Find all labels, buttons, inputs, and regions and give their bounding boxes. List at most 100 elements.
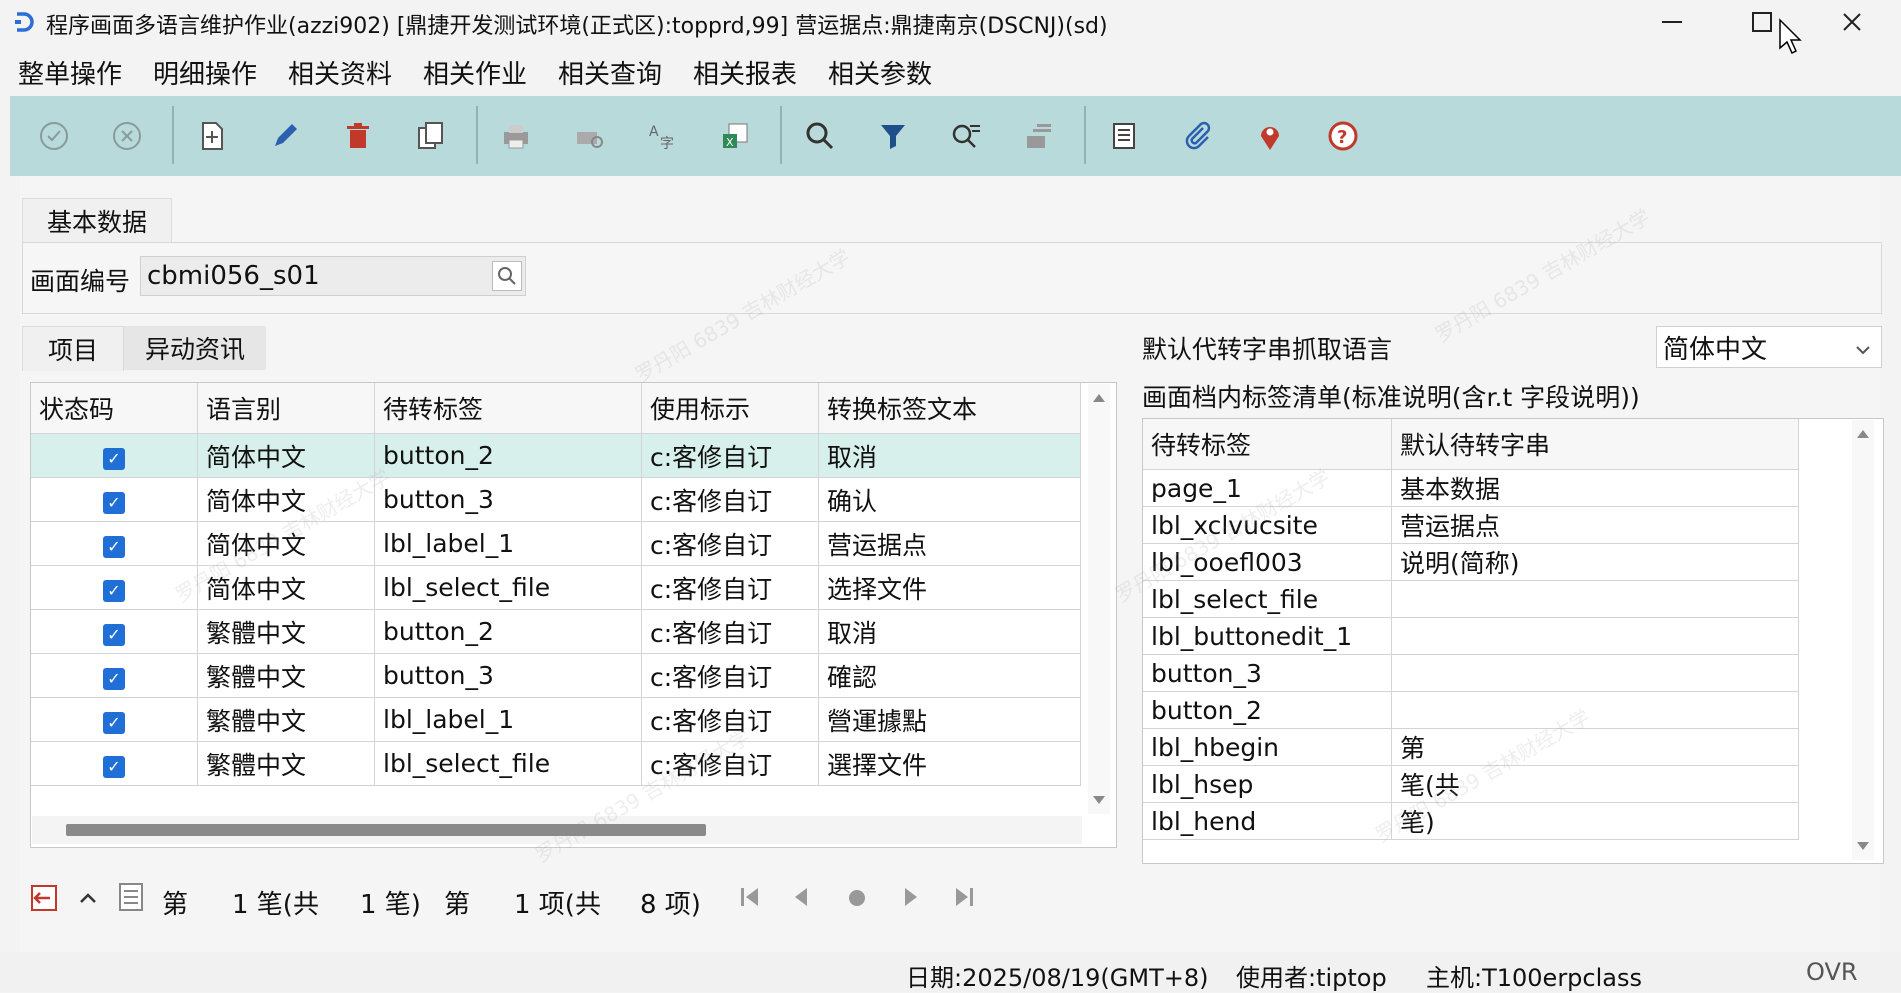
tab-change-info[interactable]: 异动资讯: [124, 326, 266, 370]
list-item[interactable]: lbl_xclvucsite 营运据点: [1143, 506, 1799, 544]
cell-text[interactable]: 確認: [818, 653, 1081, 698]
table-row[interactable]: ✓ 繁體中文 lbl_select_file c:客修自订 選擇文件: [31, 741, 1081, 786]
list-item[interactable]: lbl_hbegin 第: [1143, 728, 1799, 766]
table-row[interactable]: ✓ 繁體中文 button_3 c:客修自订 確認: [31, 653, 1081, 698]
help-icon[interactable]: ?: [1323, 116, 1363, 156]
menu-detail-operations[interactable]: 明细操作: [153, 54, 257, 91]
scrollbar-thumb[interactable]: [66, 824, 706, 836]
menu-related-jobs[interactable]: 相关作业: [423, 54, 527, 91]
list-tag[interactable]: lbl_select_file: [1143, 580, 1392, 618]
table-row[interactable]: ✓ 简体中文 button_2 c:客修自订 取消: [31, 433, 1081, 478]
last-page-icon[interactable]: [952, 884, 976, 914]
menu-related-data[interactable]: 相关资料: [288, 54, 392, 91]
list-item[interactable]: button_2: [1143, 691, 1799, 729]
excel-export-icon[interactable]: X: [715, 116, 755, 156]
cell-tag[interactable]: button_3: [374, 477, 642, 522]
query-icon[interactable]: [946, 116, 986, 156]
next-page-icon[interactable]: [898, 884, 922, 914]
table-row[interactable]: ✓ 简体中文 lbl_label_1 c:客修自订 营运据点: [31, 521, 1081, 566]
cell-usage[interactable]: c:客修自订: [641, 565, 819, 610]
table-row[interactable]: ✓ 简体中文 button_3 c:客修自订 确认: [31, 477, 1081, 522]
list-tag[interactable]: lbl_hbegin: [1143, 728, 1392, 766]
cell-tag[interactable]: button_2: [374, 433, 642, 478]
cell-text[interactable]: 取消: [818, 433, 1081, 478]
list-text[interactable]: 第: [1391, 728, 1799, 766]
tag-list-vertical-scrollbar[interactable]: [1852, 420, 1874, 860]
cell-language[interactable]: 繁體中文: [197, 609, 375, 654]
status-checkbox[interactable]: ✓: [103, 580, 125, 602]
cell-usage[interactable]: c:客修自订: [641, 697, 819, 742]
first-page-icon[interactable]: [738, 884, 762, 914]
list-text[interactable]: [1391, 580, 1799, 618]
cell-tag[interactable]: lbl_label_1: [374, 697, 642, 742]
cell-tag[interactable]: lbl_label_1: [374, 521, 642, 566]
lookup-icon[interactable]: [492, 261, 522, 291]
search-icon[interactable]: [800, 116, 840, 156]
default-lang-select[interactable]: 简体中文: [1656, 326, 1882, 368]
table-row[interactable]: ✓ 简体中文 lbl_select_file c:客修自订 选择文件: [31, 565, 1081, 610]
status-checkbox[interactable]: ✓: [103, 448, 125, 470]
list-icon[interactable]: [1104, 116, 1144, 156]
cell-usage[interactable]: c:客修自订: [641, 653, 819, 698]
cell-language[interactable]: 繁體中文: [197, 741, 375, 786]
list-tag[interactable]: page_1: [1143, 469, 1392, 507]
cell-language[interactable]: 简体中文: [197, 477, 375, 522]
cell-usage[interactable]: c:客修自订: [641, 433, 819, 478]
filter-icon[interactable]: [873, 116, 913, 156]
list-text[interactable]: 笔(共: [1391, 765, 1799, 803]
list-tag[interactable]: lbl_ooefl003: [1143, 543, 1392, 581]
current-page-dot-icon[interactable]: [845, 886, 869, 914]
status-checkbox[interactable]: ✓: [103, 712, 125, 734]
cancel-icon[interactable]: [107, 116, 147, 156]
cell-text[interactable]: 選擇文件: [818, 741, 1081, 786]
add-icon[interactable]: [192, 116, 232, 156]
cell-tag[interactable]: lbl_select_file: [374, 741, 642, 786]
table-row[interactable]: ✓ 繁體中文 button_2 c:客修自订 取消: [31, 609, 1081, 654]
header-pending-tag[interactable]: 待转标签: [374, 383, 642, 434]
list-text[interactable]: 营运据点: [1391, 506, 1799, 544]
cell-usage[interactable]: c:客修自订: [641, 741, 819, 786]
copy-icon[interactable]: [411, 116, 451, 156]
translate-icon[interactable]: A字: [642, 116, 682, 156]
print-icon[interactable]: [496, 116, 536, 156]
list-item[interactable]: lbl_hend 笔): [1143, 802, 1799, 840]
cell-text[interactable]: 取消: [818, 609, 1081, 654]
list-tag[interactable]: lbl_hend: [1143, 802, 1392, 840]
list-item[interactable]: page_1 基本数据: [1143, 469, 1799, 507]
record-list-icon[interactable]: [116, 880, 148, 918]
header-status-code[interactable]: 状态码: [31, 383, 198, 434]
list-tag[interactable]: button_3: [1143, 654, 1392, 692]
list-tag[interactable]: lbl_xclvucsite: [1143, 506, 1392, 544]
status-checkbox[interactable]: ✓: [103, 492, 125, 514]
status-checkbox[interactable]: ✓: [103, 668, 125, 690]
close-button[interactable]: [1806, 0, 1898, 44]
cell-usage[interactable]: c:客修自订: [641, 609, 819, 654]
list-text[interactable]: [1391, 654, 1799, 692]
list-tag[interactable]: lbl_hsep: [1143, 765, 1392, 803]
list-tag[interactable]: lbl_buttonedit_1: [1143, 617, 1392, 655]
delete-icon[interactable]: [338, 116, 378, 156]
header-language[interactable]: 语言别: [197, 383, 375, 434]
list-text[interactable]: 基本数据: [1391, 469, 1799, 507]
tab-basic-data[interactable]: 基本数据: [22, 198, 172, 243]
attachment-icon[interactable]: [1177, 116, 1217, 156]
cell-language[interactable]: 简体中文: [197, 433, 375, 478]
status-checkbox[interactable]: ✓: [103, 756, 125, 778]
list-text[interactable]: [1391, 691, 1799, 729]
list-item[interactable]: lbl_hsep 笔(共: [1143, 765, 1799, 803]
cell-language[interactable]: 繁體中文: [197, 653, 375, 698]
items-horizontal-scrollbar[interactable]: [32, 816, 1082, 844]
cell-usage[interactable]: c:客修自订: [641, 521, 819, 566]
menu-related-params[interactable]: 相关参数: [828, 54, 932, 91]
menu-whole-operations[interactable]: 整单操作: [18, 54, 122, 91]
location-pin-icon[interactable]: [1250, 116, 1290, 156]
print-preview-icon[interactable]: [569, 116, 609, 156]
exit-icon[interactable]: [28, 882, 60, 918]
status-checkbox[interactable]: ✓: [103, 624, 125, 646]
list-item[interactable]: lbl_select_file: [1143, 580, 1799, 618]
header-usage-flag[interactable]: 使用标示: [641, 383, 819, 434]
stack-icon[interactable]: [1019, 116, 1059, 156]
table-row[interactable]: ✓ 繁體中文 lbl_label_1 c:客修自订 營運據點: [31, 697, 1081, 742]
list-item[interactable]: lbl_ooefl003 说明(简称): [1143, 543, 1799, 581]
list-tag[interactable]: button_2: [1143, 691, 1392, 729]
